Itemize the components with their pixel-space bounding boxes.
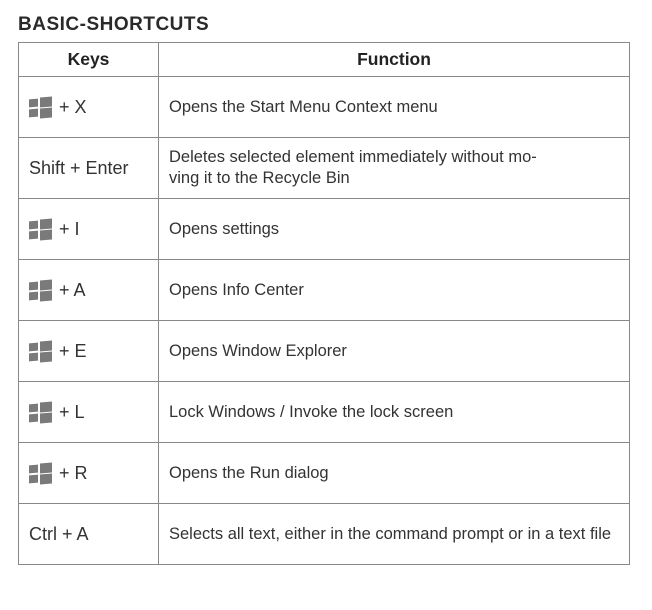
cell-keys: + E — [19, 321, 159, 382]
key-text: Shift + Enter — [29, 158, 129, 179]
windows-icon — [29, 96, 53, 118]
header-keys: Keys — [19, 43, 159, 77]
key-text: + L — [59, 402, 85, 423]
table-row: + X Opens the Start Menu Context menu — [19, 77, 630, 138]
shortcuts-table: Keys Function + X Opens the Start Menu Co… — [18, 42, 630, 565]
table-header-row: Keys Function — [19, 43, 630, 77]
windows-icon — [29, 279, 53, 301]
windows-icon — [29, 218, 53, 240]
cell-keys: + L — [19, 382, 159, 443]
header-function: Function — [159, 43, 630, 77]
cell-function: Opens Info Center — [159, 260, 630, 321]
key-text: + R — [59, 463, 88, 484]
cell-keys: Ctrl + A — [19, 504, 159, 565]
key-text: + X — [59, 97, 87, 118]
table-row: + E Opens Window Explorer — [19, 321, 630, 382]
table-row: Shift + Enter Deletes selected element im… — [19, 138, 630, 199]
windows-icon — [29, 401, 53, 423]
cell-function: Lock Windows / Invoke the lock screen — [159, 382, 630, 443]
page-title: BASIC-SHORTCUTS — [18, 14, 634, 36]
cell-keys: + X — [19, 77, 159, 138]
table-row: + R Opens the Run dialog — [19, 443, 630, 504]
cell-keys: + I — [19, 199, 159, 260]
key-text: + I — [59, 219, 80, 240]
cell-function: Selects all text, either in the command … — [159, 504, 630, 565]
table-row: Ctrl + A Selects all text, either in the … — [19, 504, 630, 565]
cell-function: Opens Window Explorer — [159, 321, 630, 382]
windows-icon — [29, 462, 53, 484]
cell-keys: + R — [19, 443, 159, 504]
key-text: + A — [59, 280, 86, 301]
cell-function: Opens settings — [159, 199, 630, 260]
table-row: + A Opens Info Center — [19, 260, 630, 321]
key-text: + E — [59, 341, 87, 362]
cell-keys: Shift + Enter — [19, 138, 159, 199]
cell-function: Opens the Run dialog — [159, 443, 630, 504]
table-row: + I Opens settings — [19, 199, 630, 260]
cell-function: Deletes selected element immediately wit… — [159, 138, 630, 199]
table-row: + L Lock Windows / Invoke the lock screen — [19, 382, 630, 443]
key-text: Ctrl + A — [29, 524, 89, 545]
cell-keys: + A — [19, 260, 159, 321]
cell-function: Opens the Start Menu Context menu — [159, 77, 630, 138]
windows-icon — [29, 340, 53, 362]
